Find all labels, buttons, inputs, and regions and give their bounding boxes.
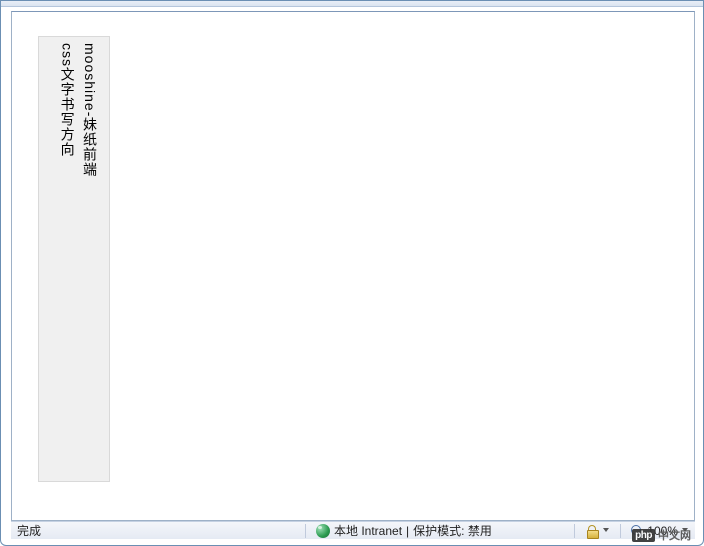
status-bar: 完成 本地 Intranet | 保护模式: 禁用 100% xyxy=(11,521,695,539)
zone-label: 本地 Intranet xyxy=(334,522,402,539)
status-done-text: 完成 xyxy=(11,522,301,539)
zoom-level: 100% xyxy=(647,524,678,538)
status-separator xyxy=(620,524,621,538)
security-lock-section[interactable] xyxy=(579,522,616,539)
page-viewport: mooshine-妹纸前端 css文字书写方向 xyxy=(11,11,695,521)
chevron-down-icon xyxy=(603,527,610,534)
zoom-section[interactable]: 100% xyxy=(625,522,695,539)
vertical-text-demo: mooshine-妹纸前端 css文字书写方向 xyxy=(38,36,110,482)
chevron-down-icon xyxy=(682,527,689,534)
address-bar-fragment xyxy=(1,1,703,7)
status-separator xyxy=(305,524,306,538)
internet-zone-icon xyxy=(316,524,330,538)
zoom-icon xyxy=(631,525,643,537)
browser-window: mooshine-妹纸前端 css文字书写方向 完成 本地 Intranet |… xyxy=(0,0,704,546)
lock-icon xyxy=(585,524,599,538)
protected-mode-label: 保护模式: 禁用 xyxy=(413,522,492,539)
zone-separator: | xyxy=(406,524,409,538)
status-right-group: 100% xyxy=(570,522,695,539)
vertical-text-line-2: css文字书写方向 xyxy=(56,43,78,475)
status-separator xyxy=(574,524,575,538)
security-zone-section[interactable]: 本地 Intranet | 保护模式: 禁用 xyxy=(310,522,498,539)
page-body: mooshine-妹纸前端 css文字书写方向 xyxy=(12,12,694,506)
vertical-text-line-1: mooshine-妹纸前端 xyxy=(79,43,101,475)
